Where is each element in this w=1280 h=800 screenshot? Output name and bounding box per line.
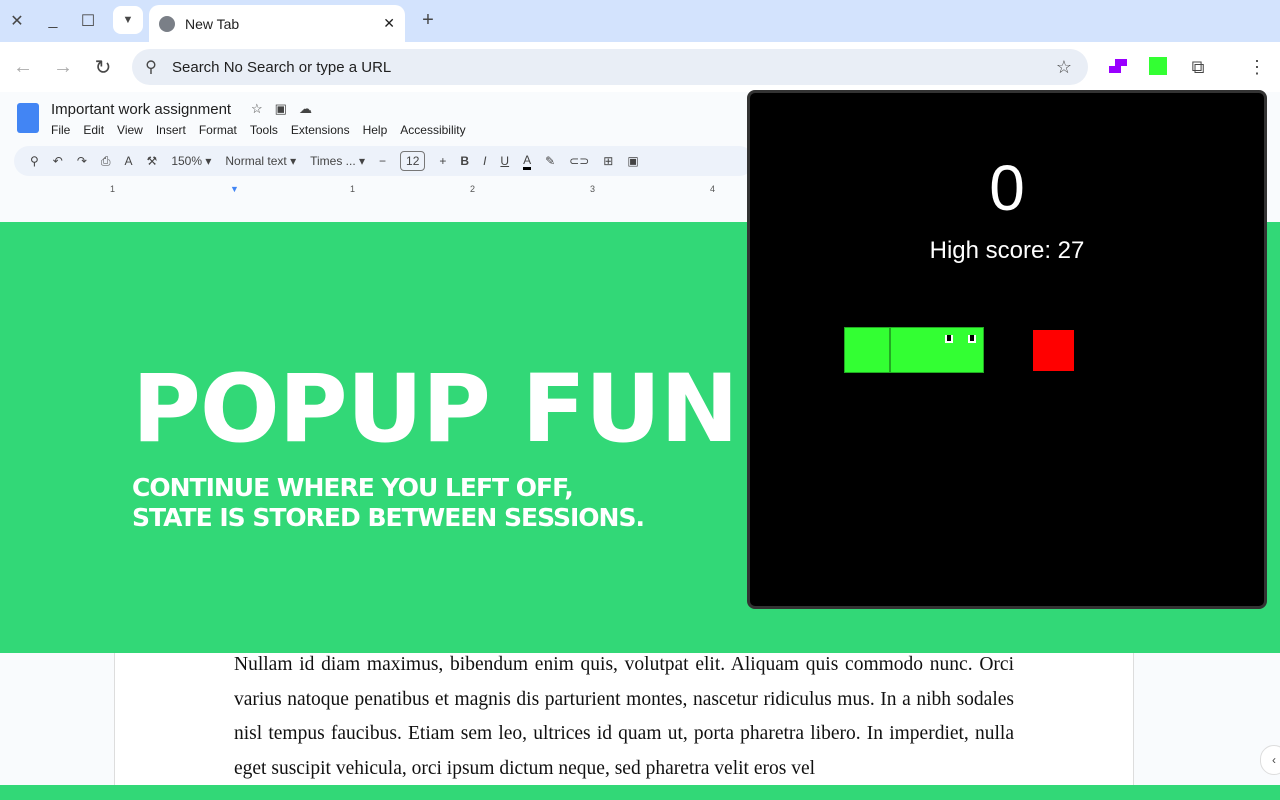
menu-extensions[interactable]: Extensions (291, 123, 350, 137)
menu-file[interactable]: File (51, 123, 70, 137)
menu-accessibility[interactable]: Accessibility (400, 123, 465, 137)
undo-icon[interactable]: ↶ (53, 154, 63, 168)
promo-subtitle: CONTINUE WHERE YOU LEFT OFF, STATE IS ST… (132, 473, 645, 532)
forward-icon[interactable]: → (52, 56, 74, 78)
omnibox-placeholder: Search No Search or type a URL (172, 58, 392, 76)
score: 0 (989, 152, 1025, 224)
underline-icon[interactable]: U (500, 154, 509, 168)
back-icon[interactable]: ← (12, 56, 34, 78)
doc-body-text[interactable]: Nullam id diam maximus, bibendum enim qu… (234, 648, 1014, 786)
spellcheck-icon[interactable]: A (125, 154, 133, 168)
menu-help[interactable]: Help (363, 123, 388, 137)
image-icon[interactable]: ▣ (627, 154, 638, 168)
menu-edit[interactable]: Edit (83, 123, 104, 137)
redo-icon[interactable]: ↷ (77, 154, 87, 168)
star-icon[interactable]: ☆ (251, 101, 263, 117)
highlight-icon[interactable]: ✎ (545, 154, 555, 168)
omnibox[interactable]: ⚲ Search No Search or type a URL ☆ (132, 49, 1088, 85)
snake-segment (844, 327, 890, 373)
snake-eye (945, 335, 953, 343)
search-icon: ⚲ (145, 59, 157, 76)
food (1033, 330, 1074, 371)
extensions-puzzle-icon[interactable]: ⧉ (1187, 56, 1209, 78)
decrease-font-icon[interactable]: − (379, 154, 386, 168)
menu-format[interactable]: Format (199, 123, 237, 137)
menu-tools[interactable]: Tools (250, 123, 278, 137)
italic-icon[interactable]: I (483, 154, 486, 168)
font-select[interactable]: Times ... ▾ (310, 154, 365, 168)
text-color-icon[interactable]: A (523, 153, 532, 170)
font-size-input[interactable]: 12 (400, 151, 426, 171)
maximize-icon[interactable]: ☐ (77, 10, 99, 32)
print-icon[interactable]: ⎙ (101, 154, 111, 169)
ruler: 1 ▼ 1 2 3 4 (110, 184, 716, 194)
snake-extension-icon[interactable] (1149, 57, 1167, 75)
docs-logo-icon (17, 103, 39, 133)
bold-icon[interactable]: B (460, 154, 469, 168)
side-panel-toggle-icon[interactable]: ‹ (1260, 745, 1280, 775)
promo-bottom-bar (0, 785, 1280, 800)
promo-title: POPUP FUN (132, 355, 739, 464)
docs-menubar: File Edit View Insert Format Tools Extensions H… (51, 121, 479, 139)
indent-marker-icon[interactable]: ▼ (230, 184, 239, 194)
comment-icon[interactable]: ⊞ (603, 154, 613, 168)
tab-new-tab[interactable]: New Tab ✕ (149, 5, 405, 42)
cloud-status-icon[interactable]: ☁ (299, 101, 312, 117)
snake-game-popup[interactable]: 0 High score: 27 (747, 90, 1267, 609)
new-tab-icon[interactable]: + (417, 9, 439, 31)
tetris-extension-icon[interactable] (1109, 59, 1129, 73)
menu-insert[interactable]: Insert (156, 123, 186, 137)
snake-head (890, 327, 984, 373)
menu-view[interactable]: View (117, 123, 143, 137)
more-menu-icon[interactable]: ⋮ (1247, 56, 1267, 78)
format-toolbar: ⚲ ↶ ↷ ⎙ A ⚒ 150% ▾ Normal text ▾ Times ... ▾ … (14, 146, 754, 176)
link-icon[interactable]: ⊂⊃ (569, 154, 589, 168)
reload-icon[interactable]: ↻ (92, 56, 114, 79)
doc-title[interactable]: Important work assignment (51, 101, 231, 118)
close-tab-icon[interactable]: ✕ (383, 15, 395, 32)
increase-font-icon[interactable]: + (439, 154, 446, 168)
bookmark-star-icon[interactable]: ☆ (1054, 57, 1074, 77)
tab-search-chevron-icon[interactable]: ▼ (113, 6, 143, 34)
search-menus-icon[interactable]: ⚲ (30, 154, 39, 168)
style-select[interactable]: Normal text ▾ (225, 154, 296, 168)
tab-title: New Tab (185, 15, 240, 32)
high-score: High score: 27 (929, 237, 1085, 264)
zoom-select[interactable]: 150% ▾ (171, 154, 211, 168)
paint-format-icon[interactable]: ⚒ (147, 154, 158, 168)
move-folder-icon[interactable]: ▣ (275, 101, 287, 117)
globe-icon (159, 15, 175, 32)
snake-eye (968, 335, 976, 343)
close-window-icon[interactable]: ✕ (6, 10, 28, 32)
minimize-icon[interactable]: _ (42, 10, 64, 32)
